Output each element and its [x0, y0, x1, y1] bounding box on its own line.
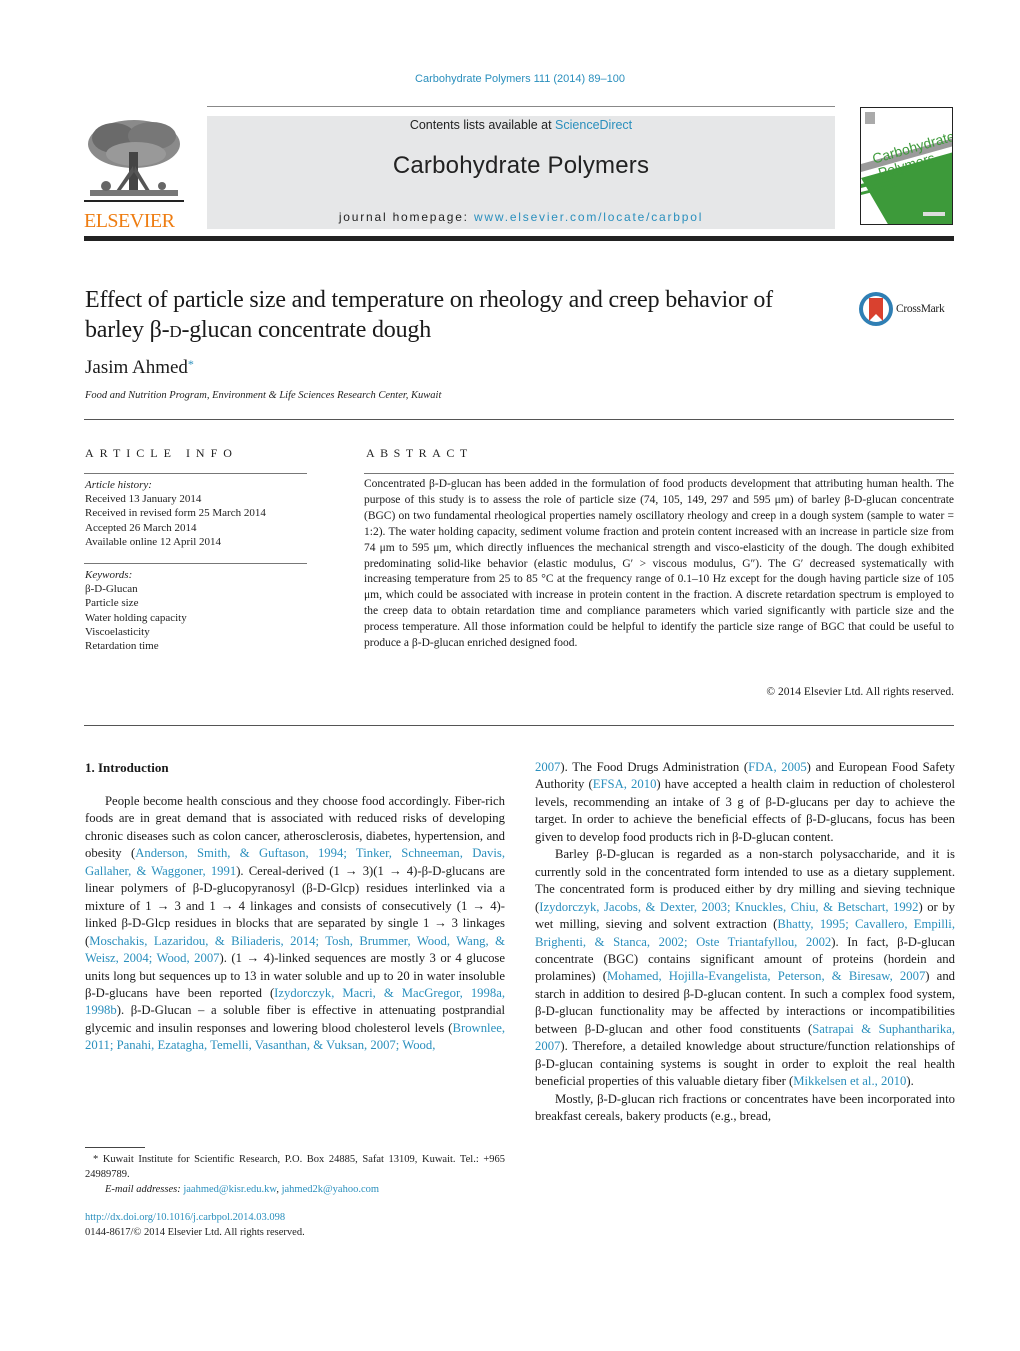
abstract-end-rule [84, 725, 954, 726]
author: Jasim Ahmed* [85, 357, 194, 379]
abstract-copyright: © 2014 Elsevier Ltd. All rights reserved… [766, 686, 954, 698]
body-paragraph: People become health conscious and they … [85, 793, 505, 1055]
body-paragraph: Mostly, β-D-glucan rich fractions or con… [535, 1091, 955, 1126]
body-text: ). β-D-Glucan – a soluble fiber is effec… [85, 1003, 505, 1035]
email-link-secondary[interactable]: jahmed2k@yahoo.com [282, 1184, 379, 1195]
body-text: Mostly, β-D-glucan rich fractions or con… [535, 1091, 955, 1124]
citation-link[interactable]: 2007 [535, 760, 560, 774]
body-paragraph: 2007). The Food Drugs Administration (FD… [535, 759, 955, 846]
keyword-item: Retardation time [85, 640, 159, 653]
email-link-primary[interactable]: jaahmed@kisr.edu.kw [183, 1184, 276, 1195]
body-paragraph: Barley β-D-glucan is regarded as a non-s… [535, 846, 955, 1090]
journal-cover-thumbnail[interactable]: Carbohydrate Polymers [860, 107, 953, 225]
homepage-prefix: journal homepage: [338, 210, 474, 224]
article-info-rule [84, 473, 307, 474]
crossmark-icon [859, 292, 893, 326]
title-part-2: -glucan concentrate dough [181, 317, 432, 343]
abstract-text: Concentrated β-D-glucan has been added i… [364, 478, 954, 650]
history-item: Accepted 26 March 2014 [85, 521, 197, 534]
elsevier-tree-icon [84, 120, 184, 202]
issn-copyright: 0144-8617/© 2014 Elsevier Ltd. All right… [85, 1226, 305, 1238]
elsevier-wordmark: ELSEVIER [84, 210, 175, 232]
header-rule [207, 106, 835, 107]
keywords-rule [84, 563, 307, 564]
body-right-column: 2007). The Food Drugs Administration (FD… [535, 759, 955, 1126]
journal-masthead: Contents lists available at ScienceDirec… [207, 116, 835, 229]
body-text: ). The Food Drugs Administration ( [560, 760, 749, 774]
body-text: ). [906, 1074, 914, 1089]
doi-link[interactable]: http://dx.doi.org/10.1016/j.carbpol.2014… [85, 1212, 285, 1223]
journal-cover-icon: Carbohydrate Polymers [861, 112, 952, 224]
crossmark-label: CrossMark [896, 303, 945, 315]
journal-homepage-link[interactable]: www.elsevier.com/locate/carbpol [474, 210, 703, 224]
citation-link[interactable]: Mikkelsen et al., 2010 [793, 1074, 906, 1088]
keyword-item: Particle size [85, 597, 139, 610]
journal-citation-link[interactable]: Carbohydrate Polymers 111 (2014) 89–100 [0, 73, 1020, 85]
affiliation-rule [84, 419, 954, 420]
keywords: Keywords: β-D-Glucan Particle size Water… [85, 568, 187, 653]
article-title: Effect of particle size and temperature … [85, 285, 805, 345]
keyword-item: β-D-Glucan [85, 583, 138, 596]
contents-line: Contents lists available at ScienceDirec… [207, 118, 835, 132]
citation-link[interactable]: EFSA, 2010 [593, 777, 657, 791]
elsevier-logo[interactable]: ELSEVIER [84, 116, 186, 232]
crossmark-badge[interactable]: CrossMark [858, 291, 958, 331]
corresponding-author-mark[interactable]: * [188, 357, 194, 371]
abstract-rule [364, 473, 954, 474]
body-left-column: People become health conscious and they … [85, 793, 505, 1055]
history-label: Article history: [85, 479, 152, 491]
history-item: Available online 12 April 2014 [85, 535, 222, 548]
history-item: Received 13 January 2014 [85, 493, 202, 506]
footnote-address: Kuwait Institute for Scientific Research… [85, 1154, 505, 1180]
keywords-label: Keywords: [85, 569, 133, 581]
author-footnote: * Kuwait Institute for Scientific Resear… [85, 1152, 505, 1197]
author-name: Jasim Ahmed [85, 357, 188, 378]
title-smallcaps-d: d [169, 317, 182, 343]
history-item: Received in revised form 25 March 2014 [85, 507, 266, 520]
citation-link[interactable]: FDA, 2005 [748, 760, 807, 774]
footnote-rule [85, 1147, 145, 1148]
author-affiliation: Food and Nutrition Program, Environment … [85, 390, 442, 401]
keyword-item: Water holding capacity [85, 611, 187, 624]
doi-block: http://dx.doi.org/10.1016/j.carbpol.2014… [85, 1211, 305, 1240]
keyword-item: Viscoelasticity [85, 625, 150, 638]
contents-prefix: Contents lists available at [409, 118, 556, 132]
homepage-line: journal homepage: www.elsevier.com/locat… [207, 210, 835, 224]
footnote-mark: * [93, 1154, 99, 1165]
header-divider [84, 236, 954, 241]
citation-link[interactable]: Mohamed, Hojilla-Evangelista, Peterson, … [607, 969, 925, 983]
article-history: Article history: Received 13 January 201… [85, 478, 266, 549]
sciencedirect-link[interactable]: ScienceDirect [555, 118, 632, 132]
email-label: E-mail addresses: [105, 1184, 181, 1195]
section-heading-introduction: 1. Introduction [85, 760, 169, 775]
abstract-heading: ABSTRACT [366, 446, 473, 460]
journal-name: Carbohydrate Polymers [392, 152, 650, 179]
citation-link[interactable]: Izydorczyk, Jacobs, & Dexter, 2003; Knuc… [539, 900, 918, 914]
article-info-heading: ARTICLE INFO [85, 446, 238, 460]
